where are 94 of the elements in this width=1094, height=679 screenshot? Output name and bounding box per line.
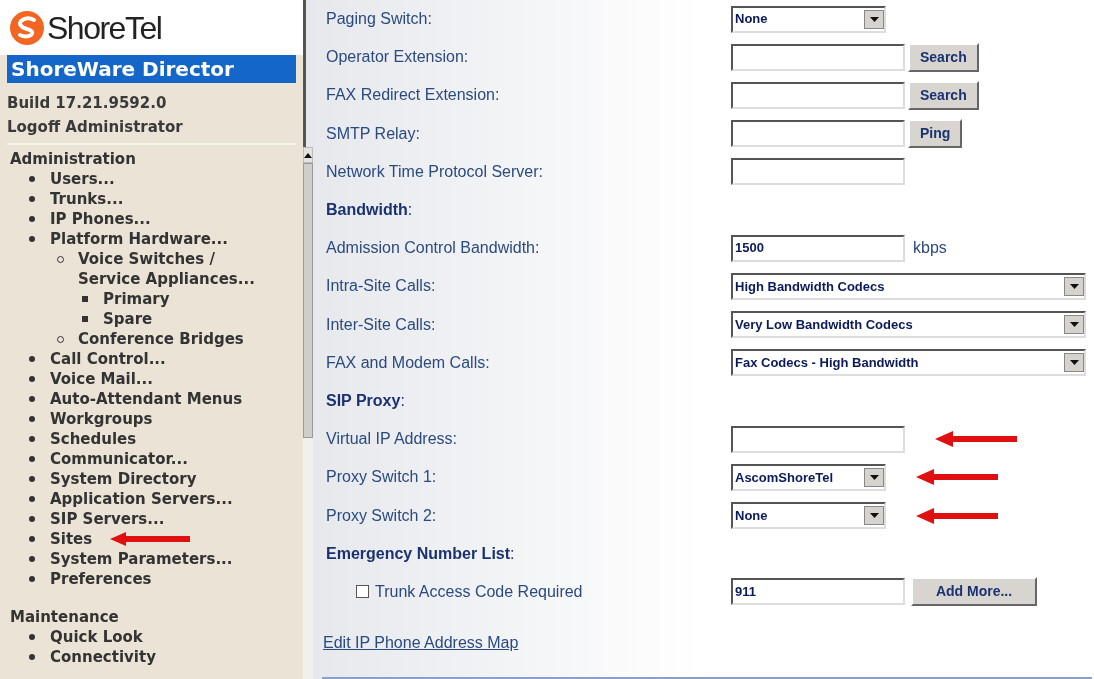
input-field[interactable] bbox=[731, 43, 905, 71]
app-banner: ShoreWare Director bbox=[7, 55, 296, 83]
bullet-icon bbox=[29, 576, 35, 582]
scrollbar[interactable] bbox=[303, 147, 313, 679]
field-label: Inter-Site Calls: bbox=[325, 314, 437, 335]
nav-link[interactable]: Voice Mail... bbox=[50, 369, 250, 389]
dropdown[interactable]: Fax Codecs - High Bandwidth bbox=[731, 349, 1086, 377]
bullet-icon bbox=[29, 436, 35, 442]
bullet-icon bbox=[29, 216, 35, 222]
nav-link[interactable]: SIP Servers... bbox=[50, 509, 250, 529]
action-button[interactable]: Search bbox=[908, 42, 979, 72]
dropdown[interactable]: AscomShoreTel bbox=[731, 463, 886, 491]
caret-icon bbox=[869, 16, 879, 22]
logo-wordmark: ShoreTel bbox=[47, 8, 162, 48]
dropdown[interactable]: None bbox=[731, 502, 886, 530]
nav-link[interactable]: Spare bbox=[103, 309, 303, 329]
nav-link[interactable]: System Directory bbox=[50, 469, 250, 489]
nav-link[interactable]: Quick Look bbox=[50, 627, 250, 647]
field-label: Operator Extension: bbox=[325, 47, 470, 68]
bullet-icon bbox=[29, 456, 35, 462]
field-label: Trunk Access Code Required bbox=[375, 581, 583, 602]
dropdown[interactable]: Very Low Bandwidth Codecs bbox=[731, 311, 1086, 339]
input-field[interactable] bbox=[731, 120, 905, 148]
nav-link[interactable]: Conference Bridges bbox=[78, 329, 278, 349]
section-heading: Emergency Number List: bbox=[325, 543, 515, 564]
section-heading: Bandwidth: bbox=[325, 200, 413, 221]
bullet-icon bbox=[29, 176, 35, 182]
nav-link[interactable]: Primary bbox=[103, 289, 303, 309]
caret-icon bbox=[869, 513, 879, 519]
bullet-icon bbox=[29, 396, 35, 402]
bullet-icon bbox=[29, 416, 35, 422]
field-label: Virtual IP Address: bbox=[325, 429, 459, 450]
caret-icon bbox=[1069, 360, 1079, 366]
logoff-link[interactable]: Logoff Administrator bbox=[7, 115, 296, 139]
nav-link[interactable]: Trunks... bbox=[50, 189, 250, 209]
field-label: Proxy Switch 2: bbox=[325, 505, 438, 526]
nav-link[interactable]: Users... bbox=[50, 169, 250, 189]
nav-link[interactable]: Schedules bbox=[50, 429, 250, 449]
logo-icon bbox=[10, 10, 44, 45]
nav-link[interactable]: Connectivity bbox=[50, 647, 250, 667]
nav-link[interactable]: IP Phones... bbox=[50, 209, 250, 229]
caret-icon bbox=[869, 474, 879, 480]
field-label: FAX and Modem Calls: bbox=[325, 352, 491, 373]
bullet-icon bbox=[29, 516, 35, 522]
nav-link[interactable]: Workgroups bbox=[50, 409, 250, 429]
field-label: SMTP Relay: bbox=[325, 123, 421, 144]
nav-link[interactable]: Voice Switches / Service Appliances... bbox=[78, 249, 278, 289]
nav-link[interactable]: Call Control... bbox=[50, 349, 250, 369]
checkbox[interactable] bbox=[356, 585, 369, 599]
nav-link[interactable]: Sites bbox=[50, 529, 250, 549]
section-heading: SIP Proxy: bbox=[325, 390, 405, 411]
input-field[interactable] bbox=[731, 425, 905, 453]
nav-section-title: Administration bbox=[9, 149, 137, 169]
bullet-icon bbox=[82, 296, 88, 302]
field-label: Admission Control Bandwidth: bbox=[325, 238, 541, 259]
bullet-icon bbox=[29, 536, 35, 542]
bullet-icon bbox=[29, 196, 35, 202]
input-field[interactable] bbox=[731, 158, 905, 186]
caret-icon bbox=[1069, 322, 1079, 328]
nav-link[interactable]: Preferences bbox=[50, 569, 250, 589]
nav-link[interactable]: Auto-Attendant Menus bbox=[50, 389, 250, 409]
field-label: Paging Switch: bbox=[325, 9, 433, 30]
field-label: Network Time Protocol Server: bbox=[325, 161, 544, 182]
input-field[interactable]: 1500 bbox=[731, 234, 905, 262]
caret-icon bbox=[1069, 283, 1079, 289]
field-label: Intra-Site Calls: bbox=[325, 276, 437, 297]
field-label: FAX Redirect Extension: bbox=[325, 85, 501, 106]
nav-link[interactable]: System Parameters... bbox=[50, 549, 250, 569]
action-button[interactable]: Search bbox=[908, 80, 979, 110]
edit-map-link[interactable]: Edit IP Phone Address Map bbox=[323, 634, 519, 651]
input-field[interactable] bbox=[731, 81, 905, 109]
bullet-icon bbox=[82, 316, 88, 322]
bullet-icon bbox=[29, 634, 35, 640]
nav-link[interactable]: Communicator... bbox=[50, 449, 250, 469]
action-button[interactable]: Ping bbox=[908, 119, 963, 149]
bullet-icon bbox=[29, 556, 35, 562]
nav-link[interactable]: Application Servers... bbox=[50, 489, 250, 509]
nav-section-title: Maintenance bbox=[9, 607, 120, 627]
scroll-thumb[interactable] bbox=[303, 163, 313, 438]
bullet-icon bbox=[29, 496, 35, 502]
scroll-up-icon bbox=[304, 152, 312, 158]
bullet-icon bbox=[29, 654, 35, 660]
dropdown[interactable]: High Bandwidth Codecs bbox=[731, 272, 1086, 300]
build-version: Build 17.21.9592.0 bbox=[7, 93, 168, 114]
input-field[interactable]: 911 bbox=[731, 578, 905, 606]
action-button[interactable]: Add More... bbox=[911, 577, 1037, 607]
bullet-icon bbox=[29, 356, 35, 362]
bullet-icon bbox=[29, 476, 35, 482]
bullet-icon bbox=[29, 236, 35, 242]
unit-label: kbps bbox=[913, 238, 947, 259]
field-label: Proxy Switch 1: bbox=[325, 467, 438, 488]
dropdown[interactable]: None bbox=[731, 5, 886, 33]
bullet-icon bbox=[29, 376, 35, 382]
nav-link[interactable]: Platform Hardware... bbox=[50, 229, 250, 249]
